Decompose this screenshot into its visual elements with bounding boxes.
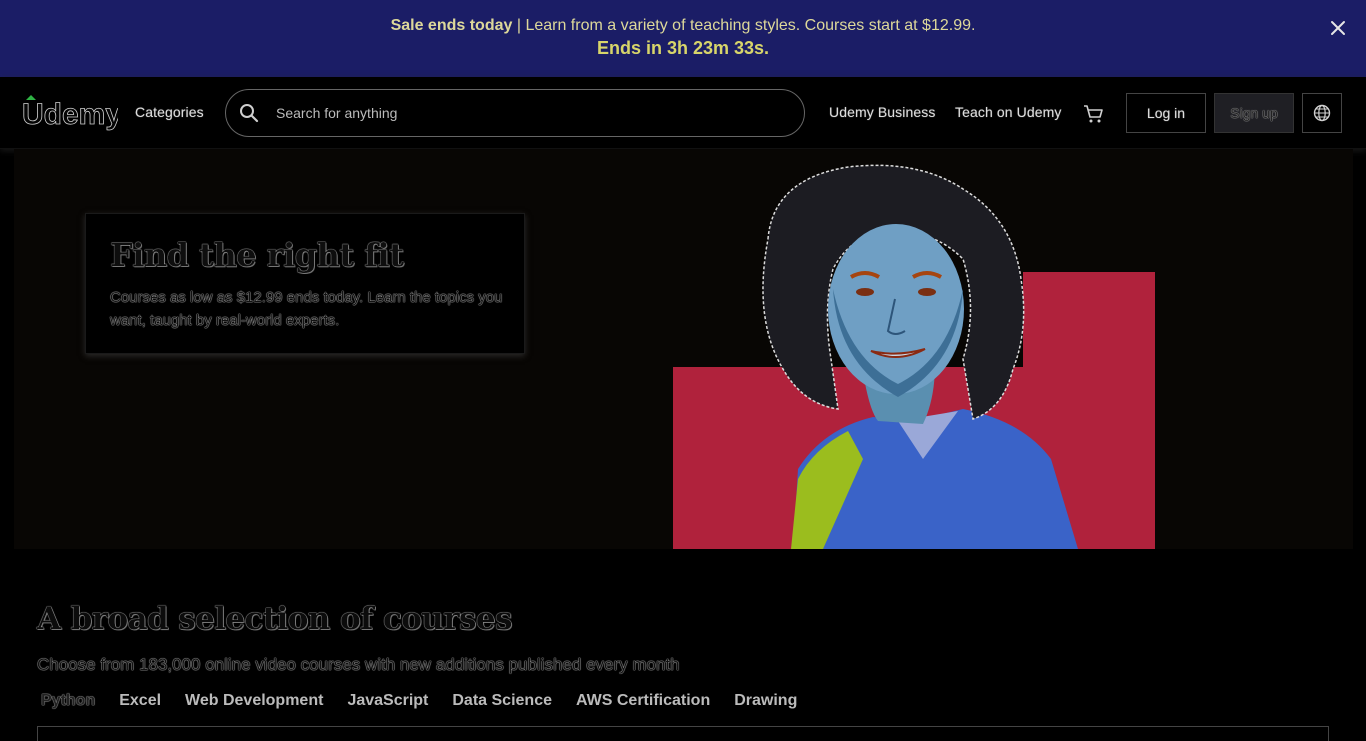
promo-separator: | <box>512 17 526 34</box>
udemy-business-link[interactable]: Udemy Business <box>829 104 935 120</box>
tab-javascript[interactable]: JavaScript <box>347 692 428 716</box>
courses-section-subtitle: Choose from 183,000 online video courses… <box>37 655 680 674</box>
signup-button[interactable]: Sign up <box>1214 93 1294 133</box>
categories-link[interactable]: Categories <box>135 104 204 120</box>
cart-icon[interactable] <box>1082 102 1106 126</box>
course-category-tabs: Python Excel Web Development JavaScript … <box>37 692 821 716</box>
promo-banner: Sale ends today | Learn from a variety o… <box>0 0 1366 77</box>
close-icon[interactable] <box>1328 18 1348 38</box>
promo-message: Sale ends today | Learn from a variety o… <box>0 17 1366 35</box>
tab-drawing[interactable]: Drawing <box>734 692 797 716</box>
promo-text: Learn from a variety of teaching styles.… <box>525 17 976 34</box>
tab-data-science[interactable]: Data Science <box>452 692 552 716</box>
login-button[interactable]: Log in <box>1126 93 1206 133</box>
logo-text: Udemy <box>22 98 118 131</box>
top-header: Udemy Categories Udemy Business Teach on… <box>0 77 1366 149</box>
tab-python[interactable]: Python <box>37 692 95 716</box>
hero-subtitle: Courses as low as $12.99 ends today. Lea… <box>110 289 503 329</box>
hero-title: Find the right fit <box>110 236 404 274</box>
tab-web-development[interactable]: Web Development <box>185 692 323 716</box>
search-bar <box>225 89 805 137</box>
globe-icon <box>1313 104 1331 122</box>
hero-illustration <box>673 164 1155 549</box>
promo-countdown: Ends in 3h 23m 33s. <box>596 38 770 58</box>
hero-card: Find the right fit Courses as low as $12… <box>85 213 525 354</box>
teach-on-udemy-link[interactable]: Teach on Udemy <box>955 104 1061 120</box>
search-icon[interactable] <box>239 103 259 123</box>
language-button[interactable] <box>1302 93 1342 133</box>
course-tab-panel <box>37 726 1329 741</box>
search-input[interactable] <box>276 90 786 136</box>
promo-sale-label: Sale ends today <box>390 17 513 34</box>
udemy-logo[interactable]: Udemy <box>22 93 118 133</box>
courses-section-title: A broad selection of courses <box>37 601 512 637</box>
tab-excel[interactable]: Excel <box>119 692 161 716</box>
hero-banner: Find the right fit Courses as low as $12… <box>14 149 1353 549</box>
tab-aws-certification[interactable]: AWS Certification <box>576 692 710 716</box>
